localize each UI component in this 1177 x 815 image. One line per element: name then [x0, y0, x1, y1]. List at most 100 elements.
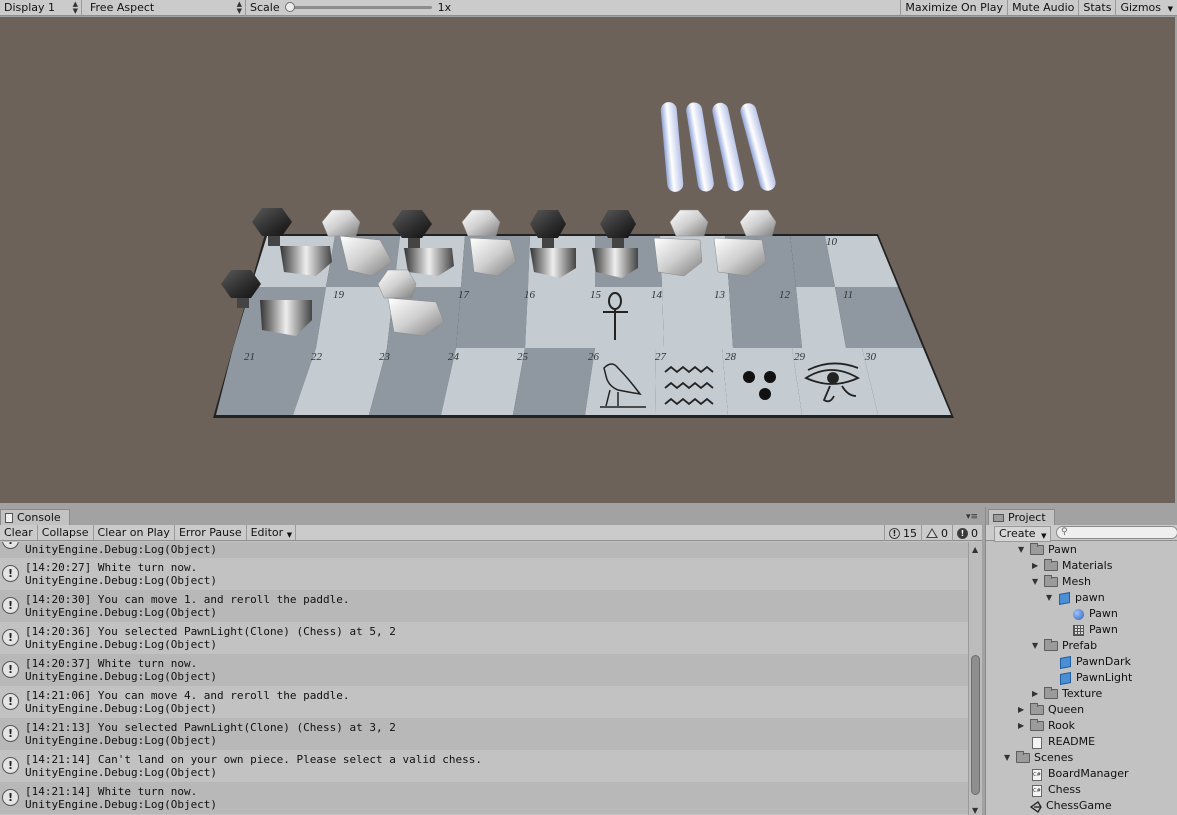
expanded-arrow-icon[interactable]: ▼	[1018, 542, 1024, 558]
log-entry[interactable]: ! [14:21:14] Can't land on your own piec…	[0, 750, 968, 782]
tab-console[interactable]: Console	[0, 509, 70, 525]
tree-item-scenes[interactable]: ▼ Scenes	[986, 750, 1177, 766]
tree-item-pawn-sphere[interactable]: Pawn	[986, 606, 1177, 622]
square-number: 25	[517, 351, 529, 363]
display-dropdown[interactable]: Display 1 ▲ ▼	[0, 0, 82, 16]
log-source: UnityEngine.Debug:Log(Object)	[25, 670, 218, 683]
console-toolbar: Clear Collapse Clear on Play Error Pause…	[0, 525, 982, 541]
log-list[interactable]: ! UnityEngine.Debug:Log(Object) ! [14:20…	[0, 542, 968, 815]
tree-item-pawndark[interactable]: PawnDark	[986, 654, 1177, 670]
tree-item-pawn-model[interactable]: ▼ pawn	[986, 590, 1177, 606]
prefab-icon	[1060, 672, 1071, 685]
square-number: 15	[590, 289, 602, 301]
expanded-arrow-icon[interactable]: ▼	[1032, 574, 1038, 590]
game-toolbar: Display 1 ▲ ▼ Free Aspect ▲ ▼ Scale 1x Max…	[0, 0, 1177, 16]
tree-item-rook[interactable]: ▶ Rook	[986, 718, 1177, 734]
square-number: 24	[448, 351, 460, 363]
warning-count-toggle[interactable]: 0	[921, 525, 952, 541]
scale-slider[interactable]	[284, 2, 432, 12]
log-message: [14:21:14] White turn now.	[25, 785, 198, 798]
project-search-input[interactable]: ⚲	[1056, 526, 1177, 539]
stats-button[interactable]: Stats	[1078, 0, 1115, 15]
game-scene: 10 19 17 16 15 14 13 12 11 21 22 23 24 2…	[213, 102, 954, 418]
info-count-toggle[interactable]: ! 15	[884, 525, 921, 541]
log-entry[interactable]: ! [14:21:14] White turn now. UnityEngine…	[0, 782, 968, 814]
mute-audio-button[interactable]: Mute Audio	[1007, 0, 1078, 15]
scroll-up-icon[interactable]: ▲	[972, 545, 978, 554]
collapse-button[interactable]: Collapse	[38, 525, 94, 540]
aspect-dropdown[interactable]: Free Aspect ▲ ▼	[82, 0, 246, 16]
board-row-bottom	[216, 348, 951, 415]
tab-project[interactable]: Project	[988, 509, 1055, 525]
tree-item-pawn-mesh[interactable]: Pawn	[986, 622, 1177, 638]
updown-icon: ▲ ▼	[72, 0, 78, 15]
info-icon: !	[2, 542, 19, 549]
gizmos-button[interactable]: Gizmos ▼	[1115, 0, 1177, 15]
log-entry[interactable]: ! [14:21:06] You can move 4. and reroll …	[0, 686, 968, 718]
tree-item-readme[interactable]: README	[986, 734, 1177, 750]
project-toolbar: Create ▼ ⚲	[986, 525, 1177, 542]
info-icon: !	[2, 661, 19, 678]
log-entry-partial[interactable]: ! UnityEngine.Debug:Log(Object)	[0, 542, 968, 558]
tree-item-chess[interactable]: C# Chess	[986, 782, 1177, 798]
maximize-on-play-button[interactable]: Maximize On Play	[900, 0, 1007, 15]
game-viewport[interactable]: 10 19 17 16 15 14 13 12 11 21 22 23 24 2…	[0, 17, 1175, 503]
panel-menu-icon[interactable]: ▾≡	[966, 512, 978, 522]
scale-control: Scale 1x	[246, 0, 451, 15]
info-icon: !	[2, 629, 19, 646]
editor-dropdown[interactable]: Editor ▼	[247, 525, 297, 540]
collapsed-arrow-icon[interactable]: ▶	[1018, 702, 1024, 718]
scale-slider-thumb[interactable]	[284, 2, 295, 12]
aspect-label: Free Aspect	[90, 1, 155, 14]
document-icon	[1032, 737, 1042, 749]
log-scrollbar[interactable]: ▲ ▼	[968, 542, 982, 815]
clear-on-play-button[interactable]: Clear on Play	[94, 525, 175, 540]
folder-icon	[1044, 639, 1058, 651]
console-panel: Console ▾≡ Clear Collapse Clear on Play …	[0, 507, 982, 815]
scroll-down-icon[interactable]: ▼	[972, 806, 978, 815]
clear-button[interactable]: Clear	[0, 525, 38, 540]
collapsed-arrow-icon[interactable]: ▶	[1018, 718, 1024, 734]
tree-item-mesh[interactable]: ▼ Mesh	[986, 574, 1177, 590]
log-message: [14:20:36] You selected PawnLight(Clone)…	[25, 625, 396, 638]
collapsed-arrow-icon[interactable]: ▶	[1032, 558, 1038, 574]
collapsed-arrow-icon[interactable]: ▶	[1032, 686, 1038, 702]
project-tabbar: Project	[986, 507, 1177, 525]
search-icon: ⚲	[1061, 527, 1068, 537]
expanded-arrow-icon[interactable]: ▼	[1032, 638, 1038, 654]
project-tree: ▼ Pawn ▶ Materials ▼ Mesh ▼ pawn Pawn Pa…	[986, 542, 1177, 815]
error-count-toggle[interactable]: ! 0	[952, 525, 982, 541]
tree-item-queen[interactable]: ▶ Queen	[986, 702, 1177, 718]
folder-icon	[1030, 719, 1044, 731]
tree-item-chessgame[interactable]: ChessGame	[986, 798, 1177, 814]
tree-item-prefab[interactable]: ▼ Prefab	[986, 638, 1177, 654]
expanded-arrow-icon[interactable]: ▼	[1046, 590, 1052, 606]
editor-label: Editor	[250, 526, 284, 539]
tree-item-pawnlight[interactable]: PawnLight	[986, 670, 1177, 686]
tree-item-materials[interactable]: ▶ Materials	[986, 558, 1177, 574]
tree-item-label: BoardManager	[1048, 767, 1129, 780]
tree-item-texture[interactable]: ▶ Texture	[986, 686, 1177, 702]
unity-scene-icon	[1030, 801, 1042, 813]
expanded-arrow-icon[interactable]: ▼	[1004, 750, 1010, 766]
tree-item-boardmanager[interactable]: C# BoardManager	[986, 766, 1177, 782]
info-icon: !	[2, 789, 19, 806]
scrollbar-thumb[interactable]	[971, 655, 980, 795]
error-pause-button[interactable]: Error Pause	[175, 525, 247, 540]
game-toolbar-right: Maximize On Play Mute Audio Stats Gizmos…	[900, 0, 1177, 15]
log-entry[interactable]: ! [14:20:27] White turn now. UnityEngine…	[0, 558, 968, 590]
log-source: UnityEngine.Debug:Log(Object)	[25, 798, 218, 811]
tree-item-pawn-folder[interactable]: ▼ Pawn	[986, 542, 1177, 558]
log-entry[interactable]: ! [14:21:13] You selected PawnLight(Clon…	[0, 718, 968, 750]
tree-item-label: Chess	[1048, 783, 1081, 796]
info-icon: !	[889, 527, 900, 539]
create-button[interactable]: Create ▼	[994, 526, 1051, 542]
log-entry[interactable]: ! [14:20:36] You selected PawnLight(Clon…	[0, 622, 968, 654]
log-entry[interactable]: ! [14:20:37] White turn now. UnityEngine…	[0, 654, 968, 686]
sphere-icon	[1073, 609, 1084, 620]
tree-item-label: Materials	[1062, 559, 1113, 572]
folder-icon	[1044, 575, 1058, 587]
dropdown-arrow-icon: ▼	[286, 531, 293, 539]
log-entry[interactable]: ! [14:20:30] You can move 1. and reroll …	[0, 590, 968, 622]
folder-icon	[993, 513, 1004, 522]
